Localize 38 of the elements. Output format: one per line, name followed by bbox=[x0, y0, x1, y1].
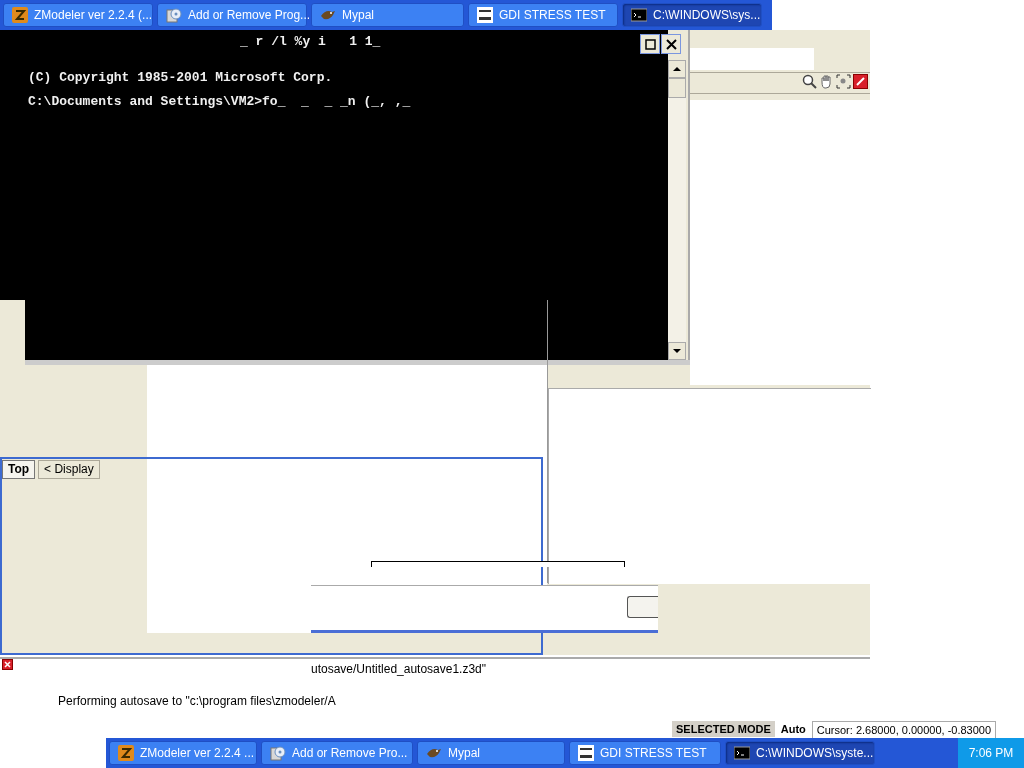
close-button[interactable] bbox=[661, 34, 681, 54]
maximize-icon bbox=[644, 38, 656, 50]
scrollbar[interactable] bbox=[668, 60, 686, 360]
taskbar-button[interactable]: Add or Remove Prog... bbox=[157, 3, 307, 27]
scroll-thumb[interactable] bbox=[668, 78, 686, 98]
z-logo-icon bbox=[118, 745, 134, 761]
close-icon bbox=[665, 38, 677, 50]
zoom-icon[interactable] bbox=[802, 74, 817, 89]
taskbar-button[interactable]: ZModeler ver 2.2.4 (... bbox=[3, 3, 153, 27]
taskbar-button[interactable]: ZModeler ver 2.2.4 ... bbox=[109, 741, 257, 765]
snap-indicator: Auto bbox=[779, 722, 807, 737]
scroll-up-icon[interactable] bbox=[668, 60, 686, 78]
hand-icon[interactable] bbox=[819, 74, 834, 89]
taskbar-button[interactable]: C:\WINDOWS\syste... bbox=[725, 741, 875, 765]
cd-box-icon bbox=[270, 745, 286, 761]
log-message: Performing autosave to "c:\program files\zmodeler/A bbox=[58, 694, 336, 708]
input-field[interactable] bbox=[690, 48, 814, 70]
taskbar-button[interactable]: Mypal bbox=[311, 3, 464, 27]
error-icon bbox=[2, 659, 13, 670]
dialog-button[interactable] bbox=[627, 596, 658, 618]
taskbar-button[interactable]: GDI STRESS TEST bbox=[569, 741, 721, 765]
scroll-down-icon[interactable] bbox=[668, 342, 686, 360]
clock: 7:06 PM bbox=[958, 738, 1024, 768]
taskbar-button[interactable]: Mypal bbox=[417, 741, 565, 765]
z-logo-icon bbox=[12, 7, 28, 23]
taskbar-button[interactable]: GDI STRESS TEST bbox=[468, 3, 618, 27]
grid-window-icon bbox=[477, 7, 493, 23]
pencil-icon[interactable] bbox=[853, 74, 868, 89]
log-message: utosave/Untitled_autosave1.z3d" bbox=[311, 662, 487, 676]
grid-window-icon bbox=[578, 745, 594, 761]
maximize-button[interactable] bbox=[640, 34, 660, 54]
console-title: _ r /l %y i 1 1_ bbox=[240, 34, 381, 49]
console-icon bbox=[631, 7, 647, 23]
cd-box-icon bbox=[166, 7, 182, 23]
taskbar-button[interactable]: C:\WINDOWS\sys... bbox=[622, 3, 762, 27]
taskbar-button[interactable]: Add or Remove Pro... bbox=[261, 741, 413, 765]
console-icon bbox=[734, 745, 750, 761]
mode-indicator: SELECTED MODE bbox=[672, 721, 775, 737]
